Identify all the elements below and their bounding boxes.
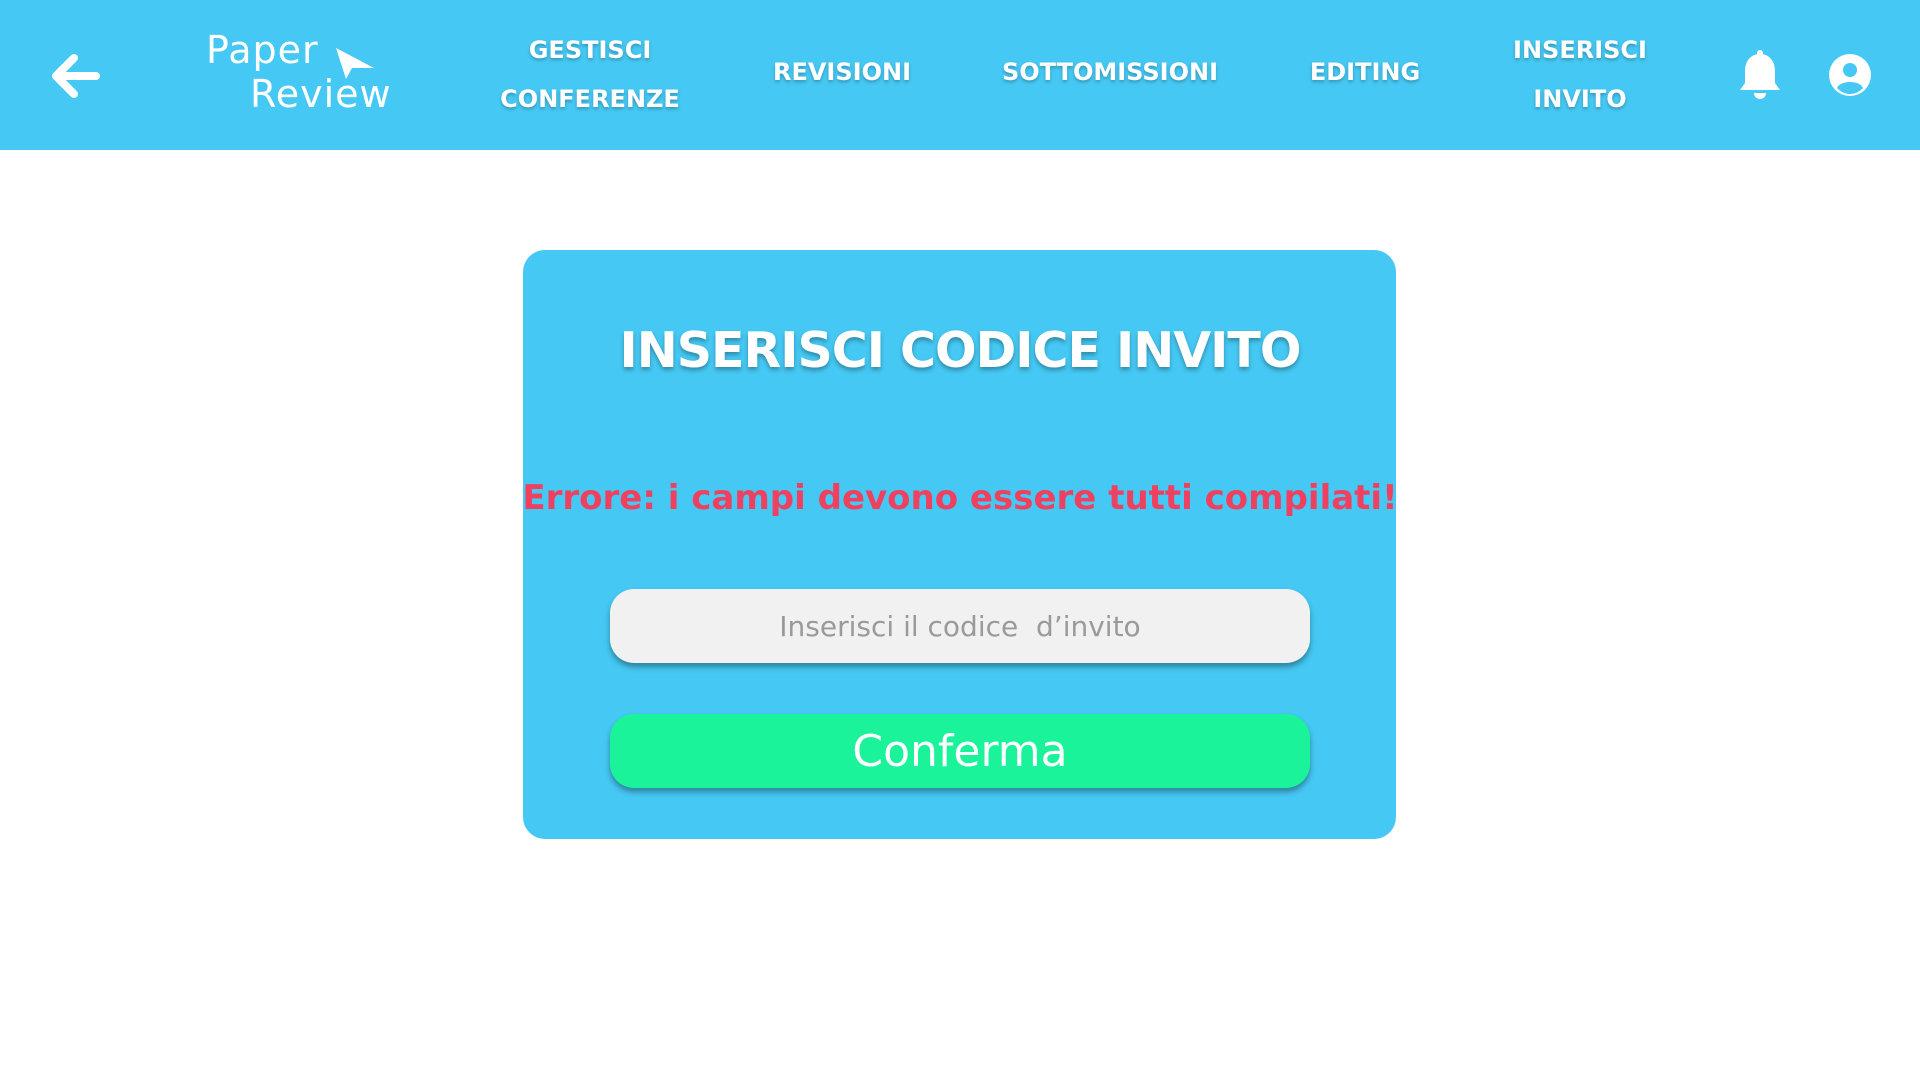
arrow-left-icon	[52, 54, 100, 98]
user-circle-icon	[1829, 54, 1871, 96]
notifications-button[interactable]	[1736, 50, 1784, 102]
nav-label-line2: INVITO	[1533, 85, 1627, 113]
confirm-button[interactable]: Conferma	[610, 714, 1310, 788]
nav-label: SOTTOMISSIONI	[1001, 58, 1219, 86]
paper-review-logo[interactable]: Paper Review	[206, 28, 396, 124]
error-message: Errore: i campi devono essere tutti comp…	[522, 478, 1398, 518]
invite-code-input[interactable]	[610, 589, 1310, 663]
nav-gestisci-conferenze[interactable]: GESTISCI CONFERENZE	[500, 26, 680, 124]
profile-button[interactable]	[1828, 53, 1872, 97]
nav-label: EDITING	[1309, 58, 1421, 86]
logo-text-review: Review	[250, 72, 392, 116]
nav-sottomissioni[interactable]: SOTTOMISSIONI	[1000, 48, 1220, 97]
top-navbar: Paper Review GESTISCI CONFERENZE REVISIO…	[0, 0, 1920, 150]
nav-label-line1: GESTISCI	[528, 36, 652, 64]
nav-revisioni[interactable]: REVISIONI	[762, 48, 922, 97]
nav-inserisci-invito[interactable]: INSERISCI INVITO	[1510, 26, 1650, 124]
logo-text-paper: Paper	[206, 28, 319, 72]
back-button[interactable]	[44, 46, 104, 106]
nav-label-line2: CONFERENZE	[500, 85, 680, 113]
nav-label: REVISIONI	[772, 58, 911, 86]
page-title: INSERISCI CODICE INVITO	[619, 322, 1302, 379]
bell-icon	[1740, 50, 1780, 99]
nav-editing[interactable]: EDITING	[1300, 48, 1430, 97]
nav-label-line1: INSERISCI	[1513, 36, 1647, 64]
